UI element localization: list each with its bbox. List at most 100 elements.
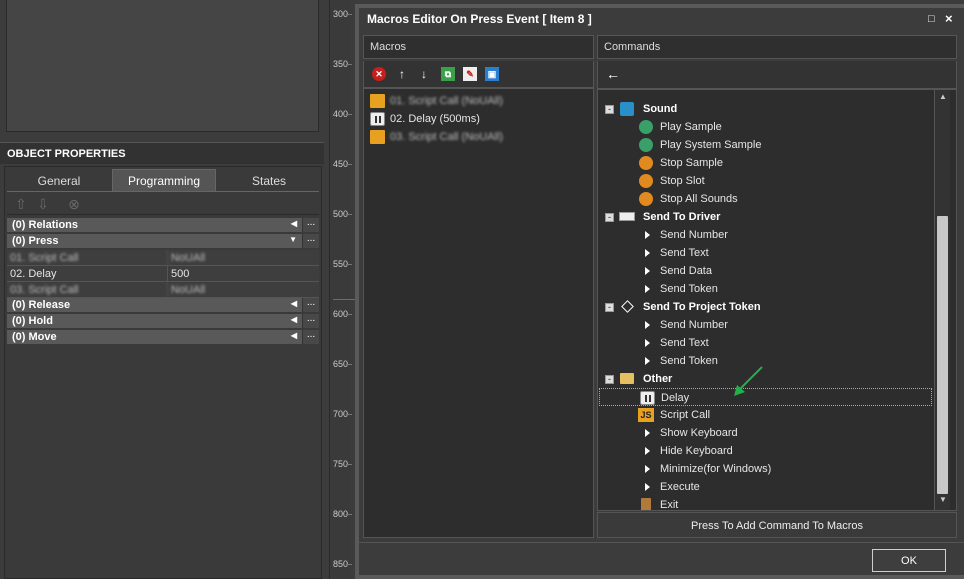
scroll-thumb[interactable] bbox=[937, 216, 948, 494]
collapse-left-icon[interactable]: ◀ bbox=[291, 299, 297, 308]
move-down-icon[interactable]: ↓ bbox=[417, 67, 431, 81]
tree-item[interactable]: Exit bbox=[598, 496, 928, 510]
group-more-button[interactable]: ... bbox=[302, 314, 319, 328]
dialog-title: Macros Editor On Press Event [ Item 8 ] bbox=[367, 12, 592, 26]
tree-item[interactable]: JS Script Call bbox=[598, 406, 928, 424]
tree-item[interactable]: Stop Sample bbox=[598, 154, 928, 172]
tree-item[interactable]: Play System Sample bbox=[598, 136, 928, 154]
tree-item[interactable]: Send Number bbox=[598, 316, 928, 334]
tab-general[interactable]: General bbox=[7, 169, 111, 191]
play-arrow-icon bbox=[645, 267, 650, 275]
commands-toolbar: ← bbox=[597, 61, 957, 89]
group-press[interactable]: (0) Press ▼ ... bbox=[7, 234, 319, 249]
guide-line bbox=[333, 299, 355, 300]
ruler-tick bbox=[346, 114, 352, 115]
tree-item[interactable]: Send Token bbox=[598, 280, 928, 298]
scroll-up-icon[interactable]: ▲ bbox=[938, 92, 948, 101]
sound-stop-icon bbox=[639, 174, 653, 188]
maximize-icon[interactable]: □ bbox=[928, 13, 940, 25]
tree-item[interactable]: Send Text bbox=[598, 244, 928, 262]
table-row[interactable]: 02. Delay 500 bbox=[7, 266, 319, 282]
expand-down-icon[interactable]: ▼ bbox=[289, 235, 297, 244]
table-row[interactable]: 03. Script Call NoUAll bbox=[7, 282, 319, 298]
commands-tree: - Sound Play Sample Play System Sample S… bbox=[597, 89, 957, 511]
list-item[interactable]: 02. Delay (500ms) bbox=[370, 111, 585, 128]
tree-item[interactable]: Execute bbox=[598, 478, 928, 496]
tree-category-send-to-driver[interactable]: - Send To Driver bbox=[598, 208, 928, 226]
folder-icon bbox=[620, 373, 634, 384]
move-down-icon[interactable]: ⇩ bbox=[34, 195, 52, 213]
tree-label: Send To Driver bbox=[643, 211, 721, 223]
sound-icon bbox=[639, 120, 653, 134]
move-up-icon[interactable]: ⇧ bbox=[12, 195, 30, 213]
collapse-left-icon[interactable]: ◀ bbox=[291, 331, 297, 340]
copy-icon[interactable]: ⧉ bbox=[441, 67, 455, 81]
tree-item[interactable]: Minimize(for Windows) bbox=[598, 460, 928, 478]
tab-states[interactable]: States bbox=[217, 169, 321, 191]
tree-label: Sound bbox=[643, 103, 678, 115]
play-arrow-icon bbox=[645, 321, 650, 329]
paste-icon[interactable]: ✎ bbox=[463, 67, 477, 81]
group-more-button[interactable]: ... bbox=[302, 298, 319, 312]
ruler-tick bbox=[346, 364, 352, 365]
tree-label: Send Number bbox=[660, 229, 728, 241]
tree-item[interactable]: Stop Slot bbox=[598, 172, 928, 190]
exit-door-icon bbox=[641, 498, 651, 510]
tree-item[interactable]: Hide Keyboard bbox=[598, 442, 928, 460]
move-up-icon[interactable]: ↑ bbox=[395, 67, 409, 81]
sound-stop-icon bbox=[639, 192, 653, 206]
collapse-icon[interactable]: - bbox=[605, 105, 614, 114]
macros-toolbar: ✕ ↑ ↓ ⧉ ✎ ▣ bbox=[363, 61, 594, 88]
tree-item[interactable]: Play Sample bbox=[598, 118, 928, 136]
tree-label: Delay bbox=[661, 392, 690, 404]
ruler-tick bbox=[346, 64, 352, 65]
collapse-left-icon[interactable]: ◀ bbox=[291, 219, 297, 228]
list-item[interactable]: 01. Script Call (NoUAll) bbox=[370, 93, 585, 110]
tree-item[interactable]: Show Keyboard bbox=[598, 424, 928, 442]
group-more-button[interactable]: ... bbox=[302, 218, 319, 232]
group-release[interactable]: (0) Release ◀ ... bbox=[7, 298, 319, 313]
macro-label: 01. Script Call (NoUAll) bbox=[390, 95, 504, 107]
tree-item[interactable]: Stop All Sounds bbox=[598, 190, 928, 208]
collapse-icon[interactable]: - bbox=[605, 375, 614, 384]
group-label: (0) Release bbox=[12, 299, 71, 311]
collapse-left-icon[interactable]: ◀ bbox=[291, 315, 297, 324]
group-relations[interactable]: (0) Relations ◀ ... bbox=[7, 218, 319, 233]
row-value: NoUAll bbox=[167, 250, 319, 266]
macros-header: Macros bbox=[363, 35, 594, 59]
group-more-button[interactable]: ... bbox=[302, 234, 319, 248]
group-more-button[interactable]: ... bbox=[302, 330, 319, 344]
tree-label: Stop Sample bbox=[660, 157, 723, 169]
save-icon[interactable]: ▣ bbox=[485, 67, 499, 81]
script-icon bbox=[370, 130, 385, 144]
play-arrow-icon bbox=[645, 249, 650, 257]
collapse-icon[interactable]: - bbox=[605, 303, 614, 312]
tree-category-sound[interactable]: - Sound bbox=[598, 100, 928, 118]
row-value: NoUAll bbox=[167, 282, 319, 298]
ruler-tick bbox=[346, 264, 352, 265]
diamond-icon bbox=[621, 300, 634, 313]
tree-category-send-to-project-token[interactable]: - Send To Project Token bbox=[598, 298, 928, 316]
delete-macro-icon[interactable]: ✕ bbox=[372, 67, 386, 81]
tree-item[interactable]: Send Data bbox=[598, 262, 928, 280]
collapse-icon[interactable]: - bbox=[605, 213, 614, 222]
tree-scrollbar[interactable]: ▲ ▼ bbox=[934, 90, 950, 510]
ruler-tick bbox=[346, 314, 352, 315]
ruler-tick bbox=[346, 514, 352, 515]
tab-programming[interactable]: Programming bbox=[112, 169, 216, 191]
list-item[interactable]: 03. Script Call (NoUAll) bbox=[370, 129, 585, 146]
back-arrow-icon[interactable]: ← bbox=[606, 66, 622, 82]
tree-label: Execute bbox=[660, 481, 700, 493]
scroll-down-icon[interactable]: ▼ bbox=[938, 495, 948, 504]
group-hold[interactable]: (0) Hold ◀ ... bbox=[7, 314, 319, 329]
tree-item[interactable]: Send Text bbox=[598, 334, 928, 352]
table-row[interactable]: 01. Script Call NoUAll bbox=[7, 250, 319, 266]
close-icon[interactable]: × bbox=[945, 11, 957, 26]
ok-button[interactable]: OK bbox=[872, 549, 946, 572]
group-move[interactable]: (0) Move ◀ ... bbox=[7, 330, 319, 345]
tree-item[interactable]: Send Number bbox=[598, 226, 928, 244]
tree-label: Send Token bbox=[660, 283, 718, 295]
add-command-button[interactable]: Press To Add Command To Macros bbox=[597, 512, 957, 538]
script-icon bbox=[370, 94, 385, 108]
delete-icon[interactable]: ⊗ bbox=[65, 195, 83, 213]
